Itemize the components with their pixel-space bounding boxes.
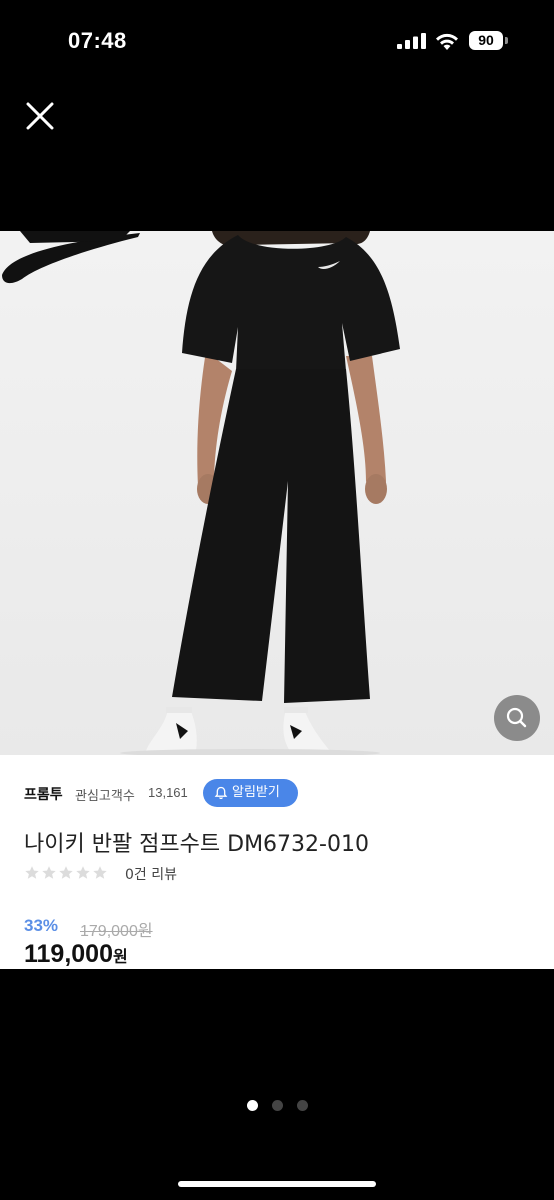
discount-rate: 33%	[24, 916, 59, 935]
star-icon	[76, 866, 90, 879]
wifi-icon	[436, 33, 458, 50]
store-name[interactable]: 프롬투	[24, 784, 63, 804]
star-icon	[93, 866, 107, 879]
star-icon	[25, 866, 39, 879]
battery-indicator: 90	[469, 31, 503, 50]
product-screenshot: 프롬투 관심고객수 13,161 알림받기 나이키 반팔 점프수트 DM6732…	[0, 231, 554, 969]
page-dot-3[interactable]	[297, 1100, 308, 1111]
notify-button[interactable]: 알림받기	[203, 779, 298, 807]
followers-label: 관심고객수	[75, 789, 135, 804]
close-icon[interactable]	[20, 96, 60, 136]
status-time: 07:48	[68, 28, 127, 53]
star-icon	[59, 866, 73, 879]
model-jumpsuit-image	[0, 231, 554, 755]
original-price: 179,000원	[80, 923, 153, 940]
status-bar: 07:48 90	[0, 0, 554, 80]
star-icon	[42, 866, 56, 879]
review-count[interactable]: 0건 리뷰	[125, 864, 177, 884]
search-icon	[506, 707, 527, 728]
home-indicator[interactable]	[178, 1181, 376, 1187]
gallery-page-indicator	[245, 1100, 315, 1112]
sale-price-number: 119,000	[24, 940, 113, 968]
rating-stars	[24, 865, 109, 881]
battery-cap	[505, 37, 508, 44]
page-dot-1[interactable]	[247, 1100, 258, 1111]
product-info: 프롬투 관심고객수 13,161 알림받기 나이키 반팔 점프수트 DM6732…	[0, 755, 554, 969]
zoom-button[interactable]	[494, 695, 540, 741]
notify-label: 알림받기	[232, 785, 280, 800]
cellular-signal-icon	[397, 33, 426, 49]
followers-count: 13,161	[148, 785, 188, 800]
bell-plus-icon	[214, 786, 228, 800]
product-photo	[0, 231, 554, 755]
sale-price: 119,000원	[24, 940, 128, 969]
page-dot-2[interactable]	[272, 1100, 283, 1111]
sale-price-unit: 원	[113, 949, 128, 966]
product-title: 나이키 반팔 점프수트 DM6732-010	[24, 832, 369, 857]
